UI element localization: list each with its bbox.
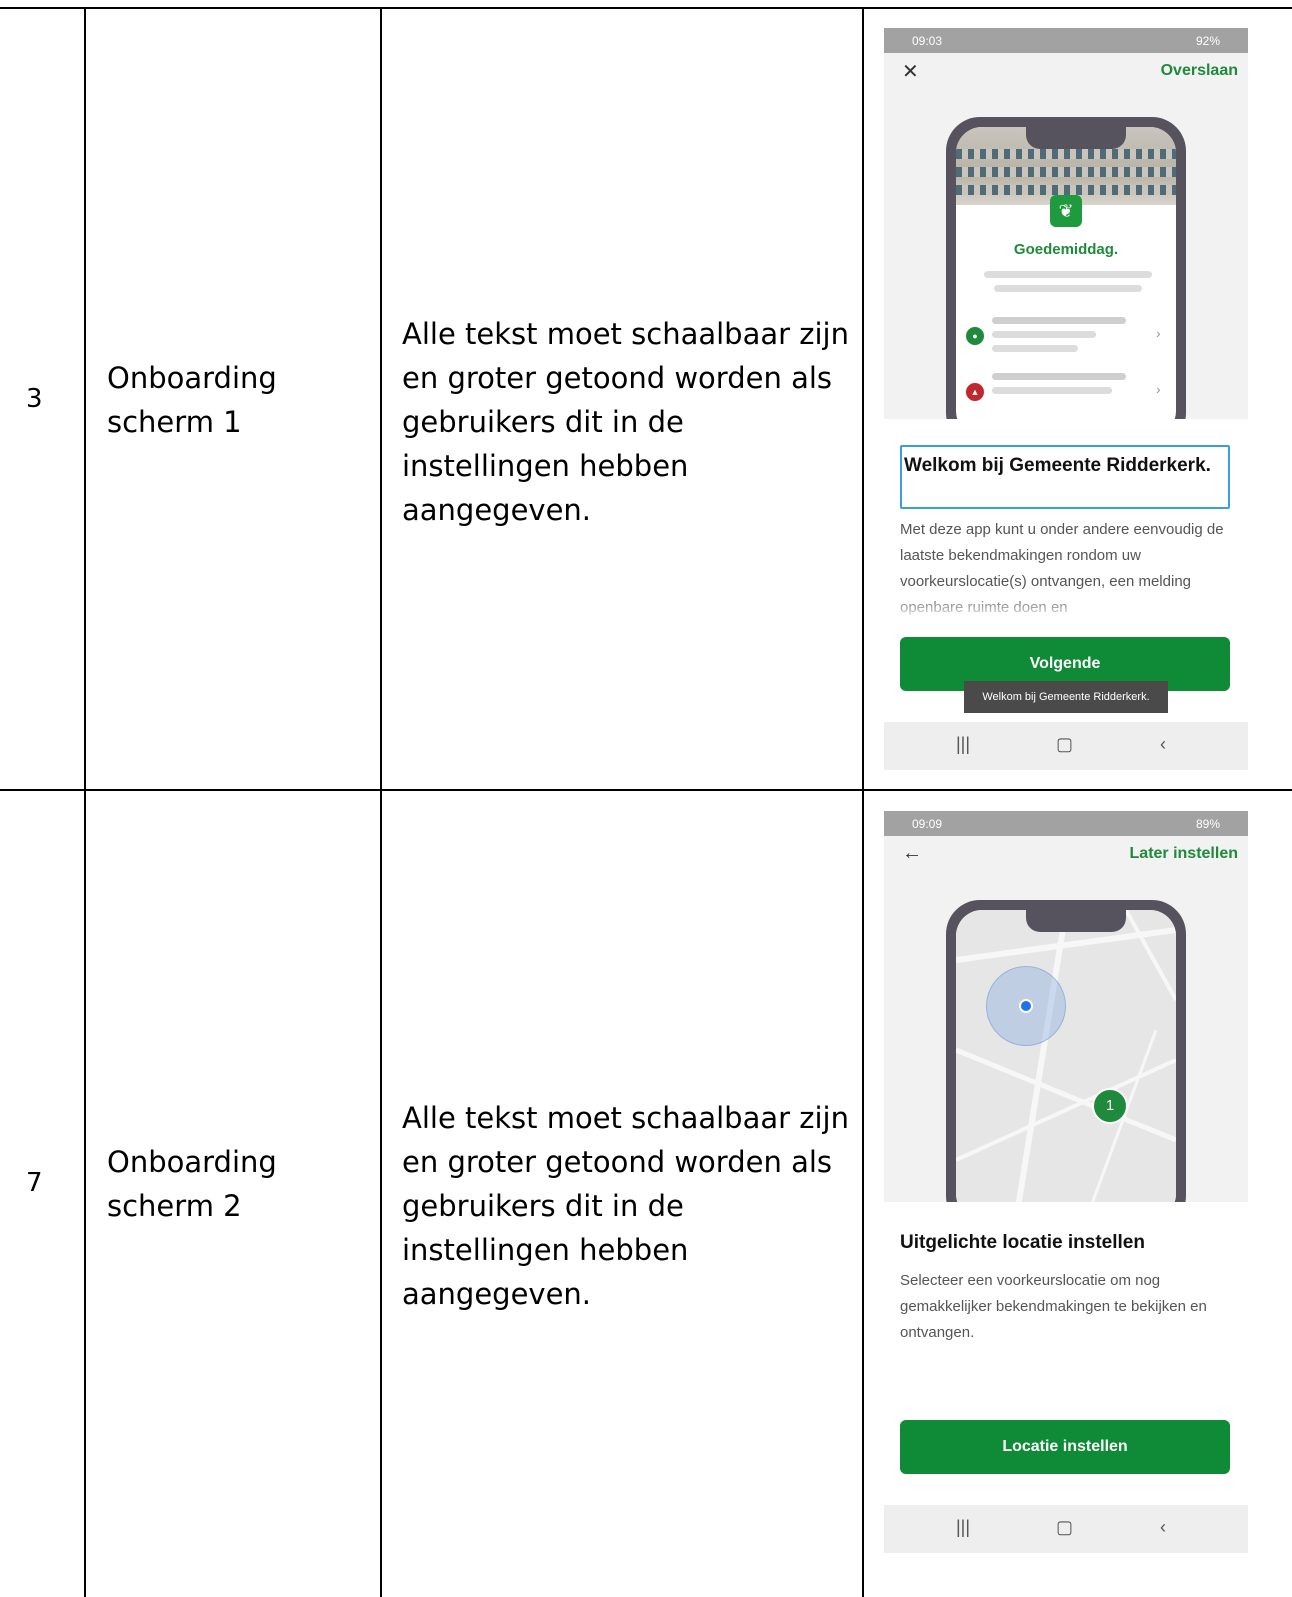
requirement-description: Alle tekst moet schaalbaar zijn en grote… <box>402 1101 849 1311</box>
row-divider <box>0 789 1292 791</box>
screenshot-onboarding-2: 09:09 89% ← Later instellen 1 Uitgelicht… <box>884 811 1248 1553</box>
android-nav-bar: ||| ▢ ‹ <box>884 722 1248 770</box>
screen-name: Onboarding scherm 1 <box>107 361 277 439</box>
onboarding-content: Welkom bij Gemeente Ridderkerk. Met deze… <box>884 419 1248 722</box>
screenshot-onboarding-1: 09:03 92% ✕ Overslaan ❦ Goedemiddag. ● ›… <box>884 28 1248 770</box>
accessibility-toast: Welkom bij Gemeente Ridderkerk. <box>964 681 1168 713</box>
status-bar: 09:03 92% <box>884 28 1248 53</box>
table-border-top <box>0 7 1292 9</box>
recent-apps-icon[interactable]: ||| <box>956 734 970 755</box>
phone-mockup: ❦ Goedemiddag. ● › ▲ › <box>946 117 1186 419</box>
map-cluster-pin[interactable]: 1 <box>1092 1088 1128 1124</box>
placeholder-line <box>992 373 1126 380</box>
status-time: 09:03 <box>912 33 943 48</box>
close-icon[interactable]: ✕ <box>902 59 919 84</box>
home-icon[interactable]: ▢ <box>1056 734 1073 755</box>
column-divider <box>862 7 864 1597</box>
municipality-logo-icon: ❦ <box>1050 195 1082 227</box>
nav-back-icon[interactable]: ‹ <box>1160 734 1166 755</box>
onboarding-illustration: ❦ Goedemiddag. ● › ▲ › <box>884 89 1248 419</box>
status-time: 09:09 <box>912 816 943 831</box>
nav-back-icon[interactable]: ‹ <box>1160 1517 1166 1538</box>
placeholder-line <box>984 271 1152 278</box>
location-body: Selecteer een voorkeurslocatie om nog ge… <box>900 1272 1207 1341</box>
app-bar: ← Later instellen <box>884 836 1248 872</box>
battery-level: 92% <box>1195 33 1220 48</box>
set-location-button[interactable]: Locatie instellen <box>900 1420 1230 1474</box>
placeholder-line <box>992 331 1096 338</box>
row-number: 7 <box>26 1168 43 1198</box>
status-bar: 09:09 89% <box>884 811 1248 836</box>
onboarding-content: Uitgelichte locatie instellen Selecteer … <box>884 1202 1248 1505</box>
column-divider <box>380 7 382 1597</box>
placeholder-line <box>992 345 1078 352</box>
home-icon[interactable]: ▢ <box>1056 1517 1073 1538</box>
placeholder-line <box>992 317 1126 324</box>
placeholder-line <box>994 285 1142 292</box>
chevron-right-icon: › <box>1156 381 1161 397</box>
app-bar: ✕ Overslaan <box>884 53 1248 89</box>
row-number: 3 <box>26 384 43 414</box>
placeholder-line <box>992 387 1112 394</box>
warning-icon: ▲ <box>966 383 984 401</box>
location-heading: Uitgelichte locatie instellen <box>900 1232 1145 1253</box>
later-button[interactable]: Later instellen <box>1130 845 1238 863</box>
current-location-icon <box>1019 999 1033 1013</box>
column-divider <box>84 7 86 1597</box>
greeting-text: Goedemiddag. <box>1013 241 1119 258</box>
android-nav-bar: ||| ▢ ‹ <box>884 1505 1248 1553</box>
notification-icon: ● <box>966 327 984 345</box>
chevron-right-icon: › <box>1156 325 1161 341</box>
skip-button[interactable]: Overslaan <box>1161 62 1238 80</box>
map-view: 1 <box>956 910 1176 1202</box>
recent-apps-icon[interactable]: ||| <box>956 1517 970 1538</box>
screen-name: Onboarding scherm 2 <box>107 1145 277 1223</box>
welcome-heading: Welkom bij Gemeente Ridderkerk. <box>900 445 1230 509</box>
battery-level: 89% <box>1195 816 1220 831</box>
phone-mockup: 1 <box>946 900 1186 1202</box>
requirements-table: 3 Onboarding scherm 1 Alle tekst moet sc… <box>0 0 1292 1597</box>
back-arrow-icon[interactable]: ← <box>902 842 922 865</box>
onboarding-illustration: 1 <box>884 872 1248 1202</box>
requirement-description: Alle tekst moet schaalbaar zijn en grote… <box>402 317 849 527</box>
